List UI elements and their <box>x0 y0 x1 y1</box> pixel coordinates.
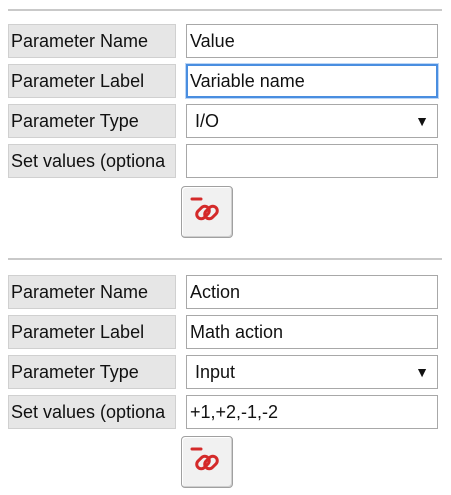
parameter-type-select[interactable]: I/O ▼ <box>186 104 438 138</box>
parameter-type-label: Parameter Type <box>8 355 176 389</box>
set-values-input[interactable]: +1,+2,-1,-2 <box>186 395 438 429</box>
parameter-name-input[interactable]: Value <box>186 24 438 58</box>
parameter-label-row: Parameter Label Math action <box>8 313 442 353</box>
parameter-label-label: Parameter Label <box>8 315 176 349</box>
parameter-label-row: Parameter Label Variable name <box>8 62 442 102</box>
divider-middle <box>8 258 442 260</box>
parameter-type-row: Parameter Type I/O ▼ <box>8 102 442 142</box>
parameter-label-input[interactable]: Math action <box>186 315 438 349</box>
set-values-label: Set values (optiona <box>8 395 176 429</box>
parameter-name-row: Parameter Name Action <box>8 273 442 313</box>
unlink-icon <box>190 447 219 471</box>
set-values-row: Set values (optiona <box>8 142 442 182</box>
parameter-label-label: Parameter Label <box>8 64 176 98</box>
parameter-type-value: Input <box>195 362 236 382</box>
divider-top <box>8 9 442 11</box>
parameter-block-1: Parameter Name Value Parameter Label Var… <box>8 22 442 238</box>
parameter-name-row: Parameter Name Value <box>8 22 442 62</box>
parameter-type-select[interactable]: Input ▼ <box>186 355 438 389</box>
parameter-name-label: Parameter Name <box>8 24 176 58</box>
parameter-block-2: Parameter Name Action Parameter Label Ma… <box>8 273 442 488</box>
unlink-icon <box>190 197 219 221</box>
unlink-button[interactable] <box>181 186 233 238</box>
set-values-input[interactable] <box>186 144 438 178</box>
dropdown-arrow-icon: ▼ <box>415 364 429 380</box>
parameter-type-row: Parameter Type Input ▼ <box>8 353 442 393</box>
parameter-type-value: I/O <box>195 111 220 131</box>
unlink-button[interactable] <box>181 436 233 488</box>
parameter-label-input[interactable]: Variable name <box>186 64 438 98</box>
set-values-row: Set values (optiona +1,+2,-1,-2 <box>8 393 442 433</box>
parameter-type-label: Parameter Type <box>8 104 176 138</box>
set-values-label: Set values (optiona <box>8 144 176 178</box>
parameter-name-label: Parameter Name <box>8 275 176 309</box>
dropdown-arrow-icon: ▼ <box>415 113 429 129</box>
parameter-name-input[interactable]: Action <box>186 275 438 309</box>
